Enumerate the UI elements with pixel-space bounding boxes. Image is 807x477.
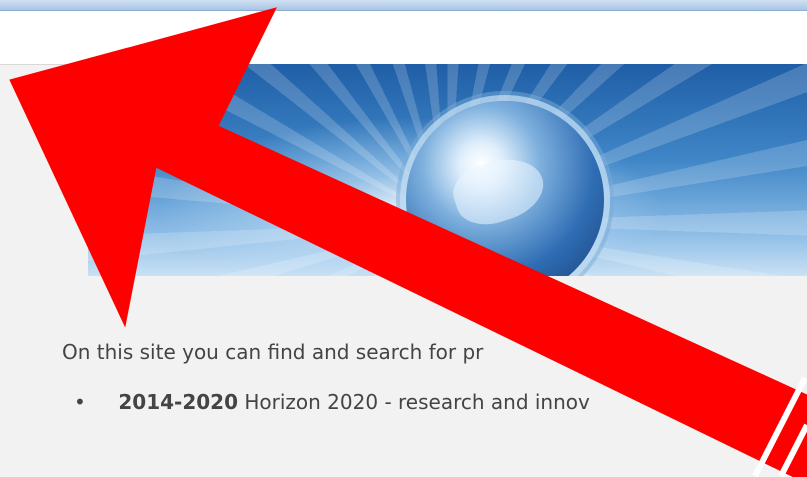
program-years: 2014-2020	[118, 390, 238, 414]
program-list: 2014-2020 Horizon 2020 - research and in…	[62, 390, 590, 414]
list-item: 2014-2020 Horizon 2020 - research and in…	[62, 390, 590, 414]
site-banner	[88, 64, 807, 276]
intro-text: On this site you can find and search for…	[62, 340, 484, 364]
address-bar[interactable]	[0, 11, 807, 65]
arrow-tail-stripe	[752, 376, 807, 477]
program-description: Horizon 2020 - research and innov	[244, 390, 590, 414]
browser-top-strip	[0, 0, 807, 11]
arrow-tail-stripe	[778, 423, 807, 477]
